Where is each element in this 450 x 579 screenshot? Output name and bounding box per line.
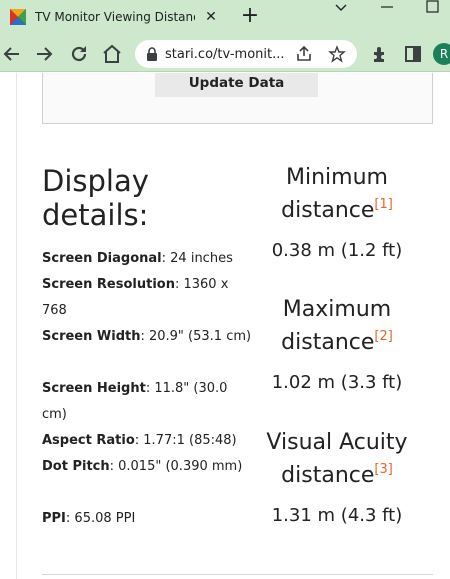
spec-aspect-ratio: Aspect Ratio: 1.77:1 (85:48) xyxy=(42,428,252,454)
address-bar[interactable]: stari.co/tv-monit... xyxy=(135,40,357,68)
maximum-distance-label: Maximum distance[2] xyxy=(252,296,422,356)
sidepanel-icon[interactable] xyxy=(401,42,425,66)
spec-label: Screen Resolution xyxy=(42,277,175,292)
spec-ppi: PPI: 65.08 PPI xyxy=(42,506,252,532)
url-text: stari.co/tv-monit... xyxy=(165,47,285,62)
minimize-icon[interactable] xyxy=(372,0,402,20)
spec-screen-width: Screen Width: 20.9" (53.1 cm) xyxy=(42,324,252,350)
home-icon[interactable] xyxy=(100,42,124,66)
spec-label: Aspect Ratio xyxy=(42,433,135,448)
metric-label-text: Minimum distance xyxy=(281,165,388,223)
lock-icon[interactable] xyxy=(144,46,160,62)
minimum-distance-label: Minimum distance[1] xyxy=(252,164,422,224)
maximize-icon[interactable] xyxy=(418,0,448,20)
page-content: Update Data Display details: Screen Diag… xyxy=(0,73,450,579)
reload-icon[interactable] xyxy=(67,42,91,66)
spec-screen-diagonal: Screen Diagonal: 24 inches xyxy=(42,246,252,272)
spec-value: : 1.77:1 (85:48) xyxy=(134,433,237,448)
back-icon[interactable] xyxy=(0,42,24,66)
divider xyxy=(16,73,17,579)
spec-label: Screen Diagonal xyxy=(42,251,162,266)
maximum-distance-value: 1.02 m (3.3 ft) xyxy=(271,372,403,393)
tab-active[interactable]: TV Monitor Viewing Distance ✕ xyxy=(0,0,226,36)
section-divider xyxy=(42,574,433,575)
profile-avatar[interactable]: R xyxy=(433,43,450,65)
display-details-heading: Display details: xyxy=(42,164,149,232)
tab-strip: TV Monitor Viewing Distance ✕ + xyxy=(0,0,450,36)
new-tab-button[interactable]: + xyxy=(238,5,262,29)
share-icon[interactable] xyxy=(295,45,313,63)
favicon-icon xyxy=(10,9,26,25)
spec-label: PPI xyxy=(42,511,66,526)
star-icon[interactable] xyxy=(328,45,346,63)
forward-icon[interactable] xyxy=(33,42,57,66)
close-icon[interactable]: ✕ xyxy=(203,8,219,26)
visual-acuity-distance-value: 1.31 m (4.3 ft) xyxy=(271,505,403,526)
metric-label-text: Maximum distance xyxy=(281,297,392,355)
minimum-distance-value: 0.38 m (1.2 ft) xyxy=(271,240,403,261)
spec-label: Dot Pitch xyxy=(42,459,110,474)
update-data-button[interactable]: Update Data xyxy=(155,73,318,97)
spec-value: : 0.015" (0.390 mm) xyxy=(109,459,243,474)
chevron-down-icon[interactable] xyxy=(326,0,356,20)
citation-link[interactable]: [3] xyxy=(374,462,392,477)
spec-label: Screen Width xyxy=(42,329,141,344)
spec-screen-resolution: Screen Resolution: 1360 x 768 xyxy=(42,272,252,324)
spec-dot-pitch: Dot Pitch: 0.015" (0.390 mm) xyxy=(42,454,252,480)
extensions-icon[interactable] xyxy=(368,42,392,66)
tab-title: TV Monitor Viewing Distance xyxy=(35,10,195,24)
spec-value: : 24 inches xyxy=(161,251,233,266)
citation-link[interactable]: [2] xyxy=(374,329,392,344)
spec-value: : 65.08 PPI xyxy=(65,511,136,526)
spec-label: Screen Height xyxy=(42,381,146,396)
spec-value: : 20.9" (53.1 cm) xyxy=(140,329,252,344)
spec-screen-height: Screen Height: 11.8" (30.0 cm) xyxy=(42,376,252,428)
visual-acuity-distance-label: Visual Acuity distance[3] xyxy=(252,429,422,489)
browser-toolbar: stari.co/tv-monit... R xyxy=(0,36,450,72)
metric-label-text: Visual Acuity distance xyxy=(266,430,408,488)
citation-link[interactable]: [1] xyxy=(374,197,392,212)
